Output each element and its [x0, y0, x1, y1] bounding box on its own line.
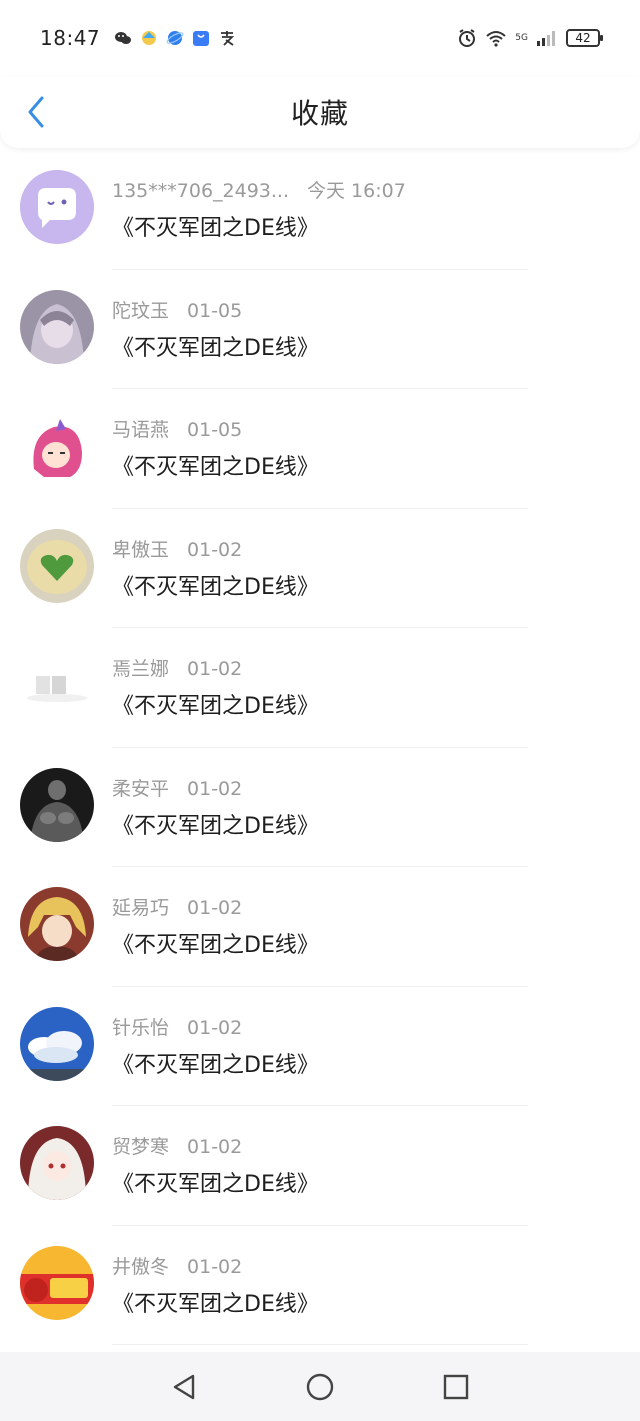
- user-name: 井傲冬: [112, 1255, 170, 1278]
- timestamp: 今天 16:07: [307, 180, 406, 202]
- chat-bubble-avatar[interactable]: [20, 170, 94, 244]
- alarm-icon: [459, 29, 476, 47]
- triangle-back-icon: [173, 1374, 195, 1399]
- list-item-body: 焉兰娜 01-02 《不灭军团之DE线》: [112, 654, 620, 720]
- app-icon-colorful: [142, 31, 157, 45]
- wifi-icon: [486, 31, 506, 47]
- timestamp: 01-02: [187, 538, 243, 561]
- square-recents-icon: [443, 1374, 469, 1399]
- wechat-icon: [115, 32, 132, 44]
- favorite-title: 《不灭军团之DE线》: [112, 933, 319, 958]
- favorite-title: 《不灭军团之DE线》: [112, 216, 319, 241]
- shopping-bag-icon: [193, 31, 210, 46]
- list-item[interactable]: 卑傲玉 01-02 《不灭军团之DE线》: [0, 509, 640, 628]
- back-button[interactable]: [16, 92, 56, 132]
- list-item[interactable]: 针乐怡 01-02 《不灭军团之DE线》: [0, 987, 640, 1106]
- favorite-title: 《不灭军团之DE线》: [112, 574, 319, 600]
- list-item-meta: 贸梦寒 01-02: [112, 1132, 620, 1160]
- favorite-title: 《不灭军团之DE线》: [112, 455, 319, 480]
- list-item-meta: 延易巧 01-02: [112, 893, 620, 921]
- nav-back-button[interactable]: [166, 1369, 202, 1405]
- favorite-title: 《不灭军团之DE线》: [112, 694, 319, 719]
- list-item-meta: 陀玟玉 01-05: [112, 296, 620, 324]
- favorite-title: 《不灭军团之DE线》: [112, 1172, 319, 1197]
- list-item-meta: 井傲冬 01-02: [112, 1252, 620, 1280]
- list-item[interactable]: 贸梦寒 01-02 《不灭军团之DE线》: [0, 1106, 640, 1226]
- list-item-meta: 马语燕 01-05: [112, 415, 620, 443]
- notification-icons: [114, 29, 236, 47]
- list-item[interactable]: 井傲冬 01-02 《不灭军团之DE线》: [0, 1226, 640, 1345]
- timestamp: 01-02: [187, 1136, 243, 1158]
- page-title: 收藏: [290, 97, 349, 130]
- list-item-body: 延易巧 01-02 《不灭军团之DE线》: [112, 893, 620, 959]
- network-label: 5G: [515, 32, 528, 43]
- browser-icon: [166, 31, 184, 45]
- timestamp: 01-02: [187, 777, 243, 800]
- status-time: 18:47: [40, 26, 101, 50]
- alipay-icon: [221, 31, 235, 46]
- user-name: 焉兰娜: [112, 658, 170, 680]
- timestamp: 01-02: [187, 658, 243, 680]
- timestamp: 01-02: [187, 897, 243, 919]
- list-item[interactable]: 焉兰娜 01-02 《不灭军团之DE线》: [0, 628, 640, 748]
- divider: [112, 1344, 528, 1345]
- nav-recents-button[interactable]: [438, 1369, 474, 1405]
- list-item-body: 陀玟玉 01-05 《不灭军团之DE线》: [112, 296, 620, 362]
- timestamp: 01-02: [187, 1016, 243, 1039]
- list-item[interactable]: 135***706_2493... 今天 16:07 《不灭军团之DE线》: [0, 150, 640, 270]
- battery-indicator: 42: [566, 29, 603, 47]
- list-item[interactable]: 柔安平 01-02 《不灭军团之DE线》: [0, 748, 640, 867]
- muscle-man-avatar[interactable]: [20, 767, 94, 842]
- list-item-body: 井傲冬 01-02 《不灭军团之DE线》: [112, 1252, 620, 1318]
- list-item-body: 135***706_2493... 今天 16:07 《不灭军团之DE线》: [112, 176, 620, 242]
- anime-boy-avatar[interactable]: [20, 887, 94, 961]
- circle-home-icon: [306, 1373, 334, 1400]
- list-item-body: 针乐怡 01-02 《不灭军团之DE线》: [112, 1013, 620, 1079]
- list-item[interactable]: 延易巧 01-02 《不灭军团之DE线》: [0, 867, 640, 987]
- list-item-body: 柔安平 01-02 《不灭军团之DE线》: [112, 774, 620, 840]
- user-name: 针乐怡: [112, 1016, 170, 1039]
- list-item-meta: 针乐怡 01-02: [112, 1013, 620, 1041]
- favorite-title: 《不灭军团之DE线》: [112, 1291, 319, 1317]
- heart-cookie-avatar[interactable]: [20, 528, 94, 603]
- user-name: 贸梦寒: [112, 1136, 170, 1158]
- timestamp: 01-05: [187, 299, 243, 322]
- user-name: 马语燕: [112, 419, 170, 441]
- status-bar: 18:47 5G 42: [0, 0, 640, 76]
- timestamp: 01-02: [187, 1255, 243, 1278]
- chevron-left-icon: [28, 96, 44, 128]
- user-name: 卑傲玉: [112, 538, 170, 561]
- list-item[interactable]: 马语燕 01-05 《不灭军团之DE线》: [0, 389, 640, 509]
- user-name: 延易巧: [112, 897, 170, 919]
- list-item-meta: 卑傲玉 01-02: [112, 535, 620, 563]
- nav-home-button[interactable]: [302, 1369, 338, 1405]
- blue-sky-avatar[interactable]: [20, 1006, 94, 1081]
- anime-girl-avatar[interactable]: [20, 289, 94, 364]
- status-right: 5G 42: [457, 28, 603, 48]
- status-left: 18:47: [40, 26, 236, 50]
- system-nav-bar: [0, 1352, 640, 1421]
- list-item-meta: 柔安平 01-02: [112, 774, 620, 802]
- festival-badge-avatar[interactable]: [20, 1245, 94, 1320]
- list-item-meta: 135***706_2493... 今天 16:07: [112, 176, 620, 204]
- pink-hair-avatar[interactable]: [20, 409, 94, 483]
- gray-logo-avatar[interactable]: [20, 648, 94, 722]
- list-item-body: 卑傲玉 01-02 《不灭军团之DE线》: [112, 535, 620, 601]
- favorite-title: 《不灭军团之DE线》: [112, 335, 319, 361]
- header-bar: 收藏: [0, 76, 640, 148]
- list-item-body: 贸梦寒 01-02 《不灭军团之DE线》: [112, 1132, 620, 1198]
- user-name: 135***706_2493...: [112, 180, 290, 202]
- white-hair-avatar[interactable]: [20, 1126, 94, 1200]
- user-name: 陀玟玉: [112, 299, 170, 322]
- list-item-body: 马语燕 01-05 《不灭军团之DE线》: [112, 415, 620, 481]
- signal-icon: [537, 31, 555, 46]
- user-name: 柔安平: [112, 777, 170, 800]
- favorites-list: 135***706_2493... 今天 16:07 《不灭军团之DE线》 陀玟…: [0, 150, 640, 1345]
- favorite-title: 《不灭军团之DE线》: [112, 813, 319, 839]
- timestamp: 01-05: [187, 419, 243, 441]
- list-item-meta: 焉兰娜 01-02: [112, 654, 620, 682]
- favorite-title: 《不灭军团之DE线》: [112, 1052, 319, 1078]
- list-item[interactable]: 陀玟玉 01-05 《不灭军团之DE线》: [0, 270, 640, 389]
